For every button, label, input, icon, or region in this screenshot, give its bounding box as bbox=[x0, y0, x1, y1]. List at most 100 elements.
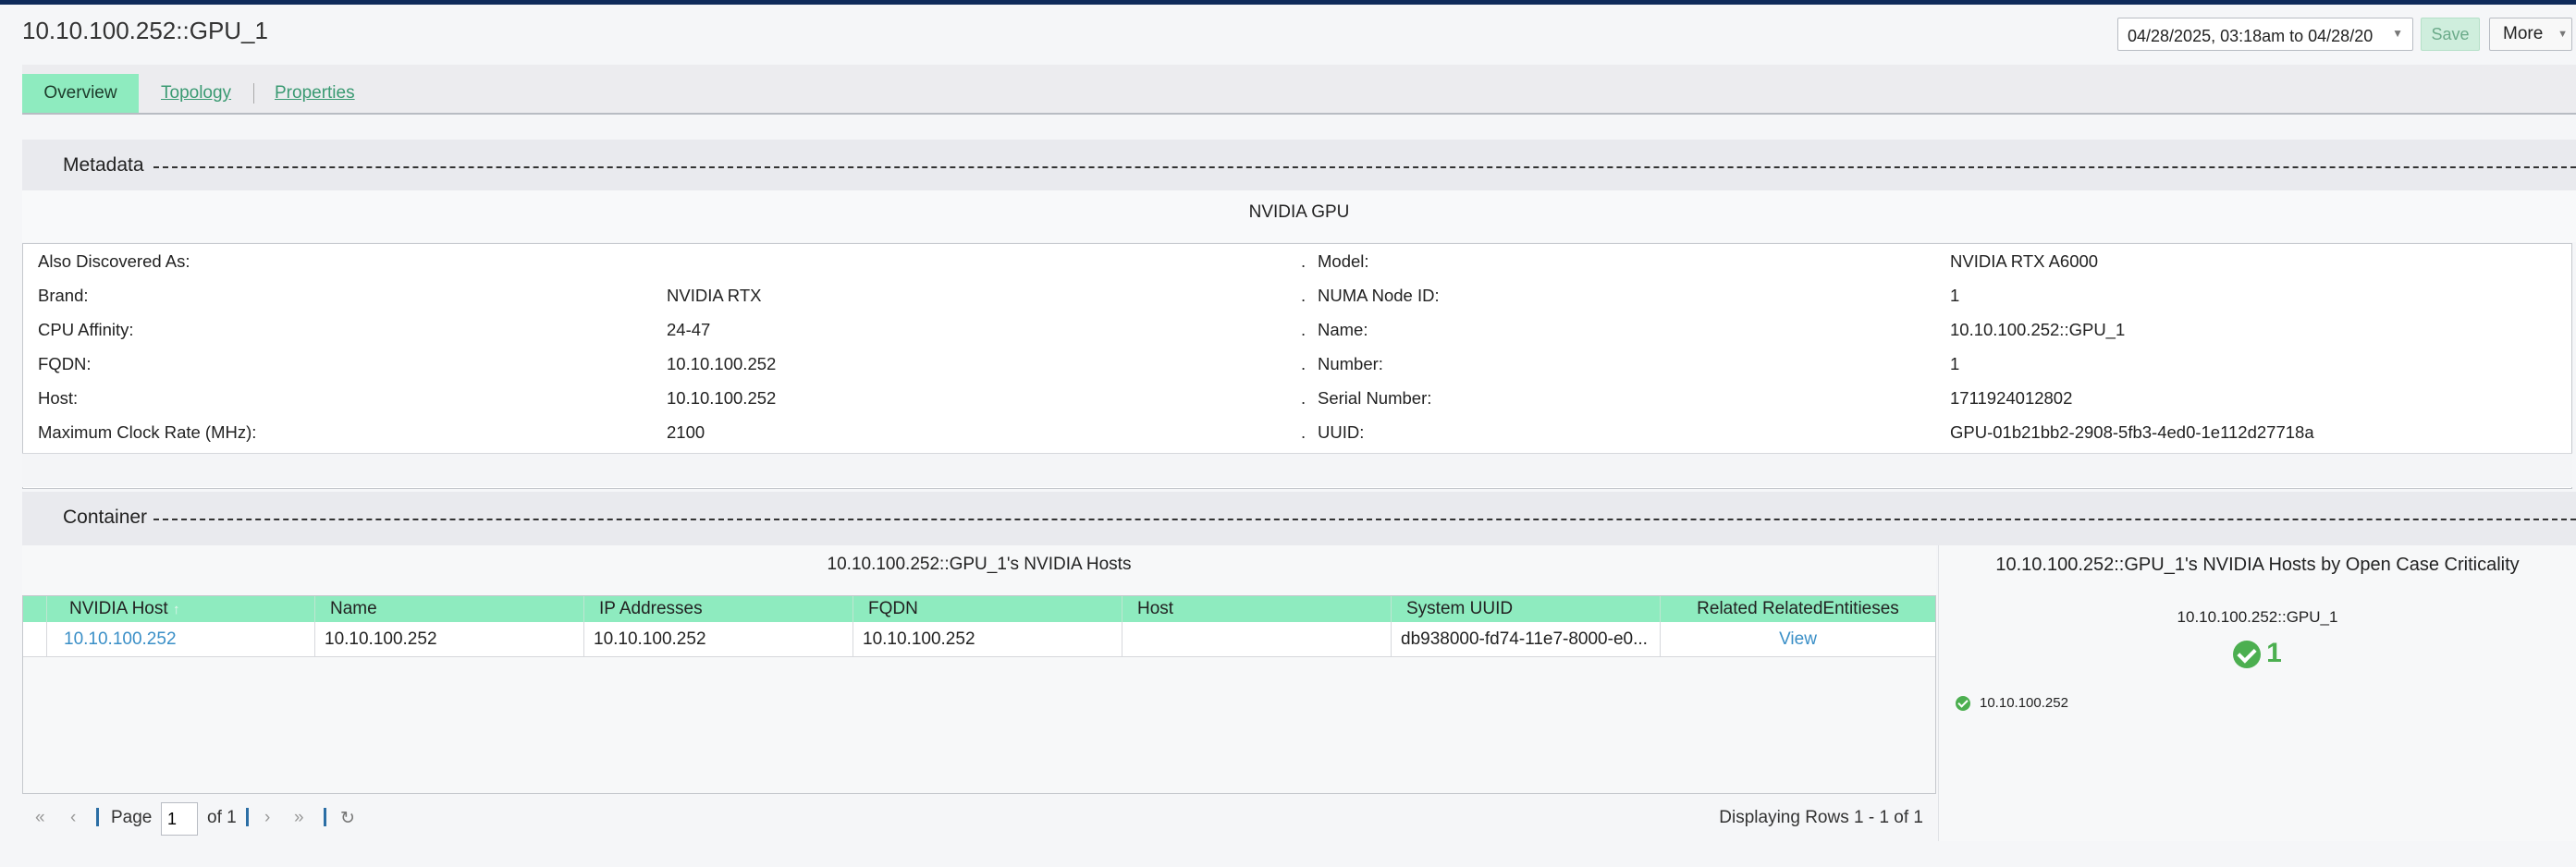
metadata-value: 24-47 bbox=[667, 320, 711, 339]
table-row[interactable]: 10.10.100.252 10.10.100.252 10.10.100.25… bbox=[23, 622, 1935, 657]
criticality-item[interactable]: 10.10.100.252 bbox=[1956, 695, 2068, 712]
fqdn-cell: 10.10.100.252 bbox=[853, 622, 1122, 656]
criticality-node-label: 10.10.100.252::GPU_1 bbox=[2177, 608, 2338, 626]
more-button[interactable]: More ▼ bbox=[2489, 18, 2572, 51]
metadata-label: UUID: bbox=[1318, 422, 1365, 442]
date-range-value: 04/28/2025, 03:18am to 04/28/20 bbox=[2128, 27, 2374, 45]
criticality-panel: 10.10.100.252::GPU_1's NVIDIA Hosts by O… bbox=[1938, 545, 2576, 841]
metadata-label: NUMA Node ID: bbox=[1318, 286, 1440, 305]
tab-overview[interactable]: Overview bbox=[22, 74, 139, 113]
metadata-label: Host: bbox=[38, 388, 79, 408]
section-divider bbox=[153, 519, 2576, 520]
metadata-section-label: Metadata bbox=[63, 154, 150, 177]
metadata-section-header[interactable]: Metadata bbox=[22, 140, 2576, 193]
next-page-icon[interactable]: › bbox=[264, 808, 270, 828]
hosts-grid-title: 10.10.100.252::GPU_1's NVIDIA Hosts bbox=[22, 545, 1936, 595]
metadata-value: 10.10.100.252::GPU_1 bbox=[1950, 320, 2126, 339]
metadata-dot: . bbox=[1301, 354, 1306, 373]
metadata-value: NVIDIA RTX bbox=[667, 286, 762, 305]
metadata-row: Maximum Clock Rate (MHz): 2100 . UUID: G… bbox=[23, 415, 2571, 449]
column-header-nvidia-host[interactable]: NVIDIA Host ↑ bbox=[47, 596, 315, 622]
first-page-icon[interactable]: « bbox=[35, 808, 45, 828]
metadata-label: Model: bbox=[1318, 251, 1369, 271]
metadata-label: Number: bbox=[1318, 354, 1383, 373]
check-circle-icon bbox=[1956, 696, 1970, 712]
pager-separator bbox=[324, 808, 326, 826]
metadata-dot: . bbox=[1301, 286, 1306, 305]
date-range-select[interactable]: 04/28/2025, 03:18am to 04/28/20 ▼ bbox=[2117, 18, 2413, 51]
pager-separator bbox=[96, 808, 99, 826]
displaying-rows-text: Displaying Rows 1 - 1 of 1 bbox=[1719, 808, 1923, 827]
chevron-down-icon: ▼ bbox=[2392, 27, 2403, 40]
tab-properties[interactable]: Properties bbox=[275, 74, 355, 113]
pagination-bar: « ‹ Page of 1 › » ↻ Displaying Rows 1 - … bbox=[22, 795, 1936, 841]
metadata-footer-band bbox=[22, 453, 2572, 487]
column-header-system-uuid[interactable]: System UUID bbox=[1392, 596, 1661, 622]
column-header-related[interactable]: Related RelatedEntitieses bbox=[1661, 596, 1935, 622]
metadata-value: NVIDIA RTX A6000 bbox=[1950, 251, 2099, 271]
page-label: Page bbox=[111, 808, 153, 827]
tab-bar: Overview Topology Properties bbox=[22, 65, 2576, 115]
metadata-dot: . bbox=[1301, 251, 1306, 271]
hosts-grid: NVIDIA Host ↑ Name IP Addresses FQDN Hos… bbox=[22, 595, 1936, 794]
metadata-value: 10.10.100.252 bbox=[667, 388, 777, 408]
page-number-input[interactable] bbox=[161, 802, 198, 836]
column-header-name[interactable]: Name bbox=[315, 596, 584, 622]
metadata-value: 2100 bbox=[667, 422, 705, 442]
metadata-row: Brand: NVIDIA RTX . NUMA Node ID: 1 bbox=[23, 278, 2571, 312]
top-strip bbox=[0, 0, 2576, 5]
metadata-row: FQDN: 10.10.100.252 . Number: 1 bbox=[23, 347, 2571, 381]
sort-ascending-icon: ↑ bbox=[172, 602, 180, 617]
uuid-cell: db938000-fd74-11e7-8000-e0... bbox=[1392, 622, 1661, 656]
metadata-value: 1 bbox=[1950, 354, 1960, 373]
column-header-host[interactable]: Host bbox=[1122, 596, 1392, 622]
metadata-value: GPU-01b21bb2-2908-5fb3-4ed0-1e112d27718a bbox=[1950, 422, 2314, 442]
metadata-label: Name: bbox=[1318, 320, 1368, 339]
metadata-dot: . bbox=[1301, 422, 1306, 442]
metadata-label: Brand: bbox=[38, 286, 89, 305]
metadata-row: Also Discovered As: . Model: NVIDIA RTX … bbox=[23, 244, 2571, 278]
page-of-label: of 1 bbox=[207, 808, 237, 827]
column-header-ip-addresses[interactable]: IP Addresses bbox=[584, 596, 853, 622]
refresh-icon[interactable]: ↻ bbox=[340, 808, 355, 829]
nvidia-host-link[interactable]: 10.10.100.252 bbox=[47, 622, 315, 656]
ip-cell: 10.10.100.252 bbox=[584, 622, 853, 656]
metadata-value: 1711924012802 bbox=[1950, 388, 2073, 408]
more-button-label: More bbox=[2503, 24, 2544, 43]
section-divider bbox=[153, 166, 2576, 168]
tab-separator bbox=[253, 83, 254, 104]
host-cell bbox=[1122, 622, 1392, 656]
criticality-title: 10.10.100.252::GPU_1's NVIDIA Hosts by O… bbox=[1995, 555, 2520, 575]
criticality-count-value: 1 bbox=[2266, 638, 2282, 668]
criticality-count[interactable]: 1 bbox=[1939, 638, 2576, 669]
metadata-label: FQDN: bbox=[38, 354, 92, 373]
tab-topology[interactable]: Topology bbox=[161, 74, 231, 113]
row-select-cell[interactable] bbox=[23, 622, 47, 656]
view-related-link[interactable]: View bbox=[1661, 622, 1935, 656]
pager-separator bbox=[246, 808, 249, 826]
name-cell: 10.10.100.252 bbox=[315, 622, 584, 656]
metadata-row: Host: 10.10.100.252 . Serial Number: 171… bbox=[23, 381, 2571, 415]
container-section-header[interactable]: Container bbox=[22, 492, 2576, 545]
grid-header: NVIDIA Host ↑ Name IP Addresses FQDN Hos… bbox=[23, 596, 1935, 622]
metadata-dot: . bbox=[1301, 320, 1306, 339]
page-title: 10.10.100.252::GPU_1 bbox=[22, 17, 268, 44]
metadata-label: Serial Number: bbox=[1318, 388, 1432, 408]
metadata-label: CPU Affinity: bbox=[38, 320, 134, 339]
metadata-dot: . bbox=[1301, 388, 1306, 408]
save-button[interactable]: Save bbox=[2421, 18, 2480, 51]
metadata-title: NVIDIA GPU bbox=[22, 190, 2576, 242]
container-section-label: Container bbox=[63, 507, 153, 529]
chevron-down-icon: ▼ bbox=[2558, 29, 2568, 40]
prev-page-icon[interactable]: ‹ bbox=[70, 808, 76, 828]
metadata-row: CPU Affinity: 24-47 . Name: 10.10.100.25… bbox=[23, 312, 2571, 347]
metadata-label: Also Discovered As: bbox=[38, 251, 190, 271]
last-page-icon[interactable]: » bbox=[294, 808, 304, 828]
column-header-fqdn[interactable]: FQDN bbox=[853, 596, 1122, 622]
check-circle-icon bbox=[2233, 641, 2262, 669]
metadata-value: 10.10.100.252 bbox=[667, 354, 777, 373]
metadata-label: Maximum Clock Rate (MHz): bbox=[38, 422, 257, 442]
row-select-header bbox=[23, 596, 47, 622]
column-header-label: NVIDIA Host bbox=[69, 599, 168, 618]
criticality-item-label: 10.10.100.252 bbox=[1980, 695, 2068, 711]
